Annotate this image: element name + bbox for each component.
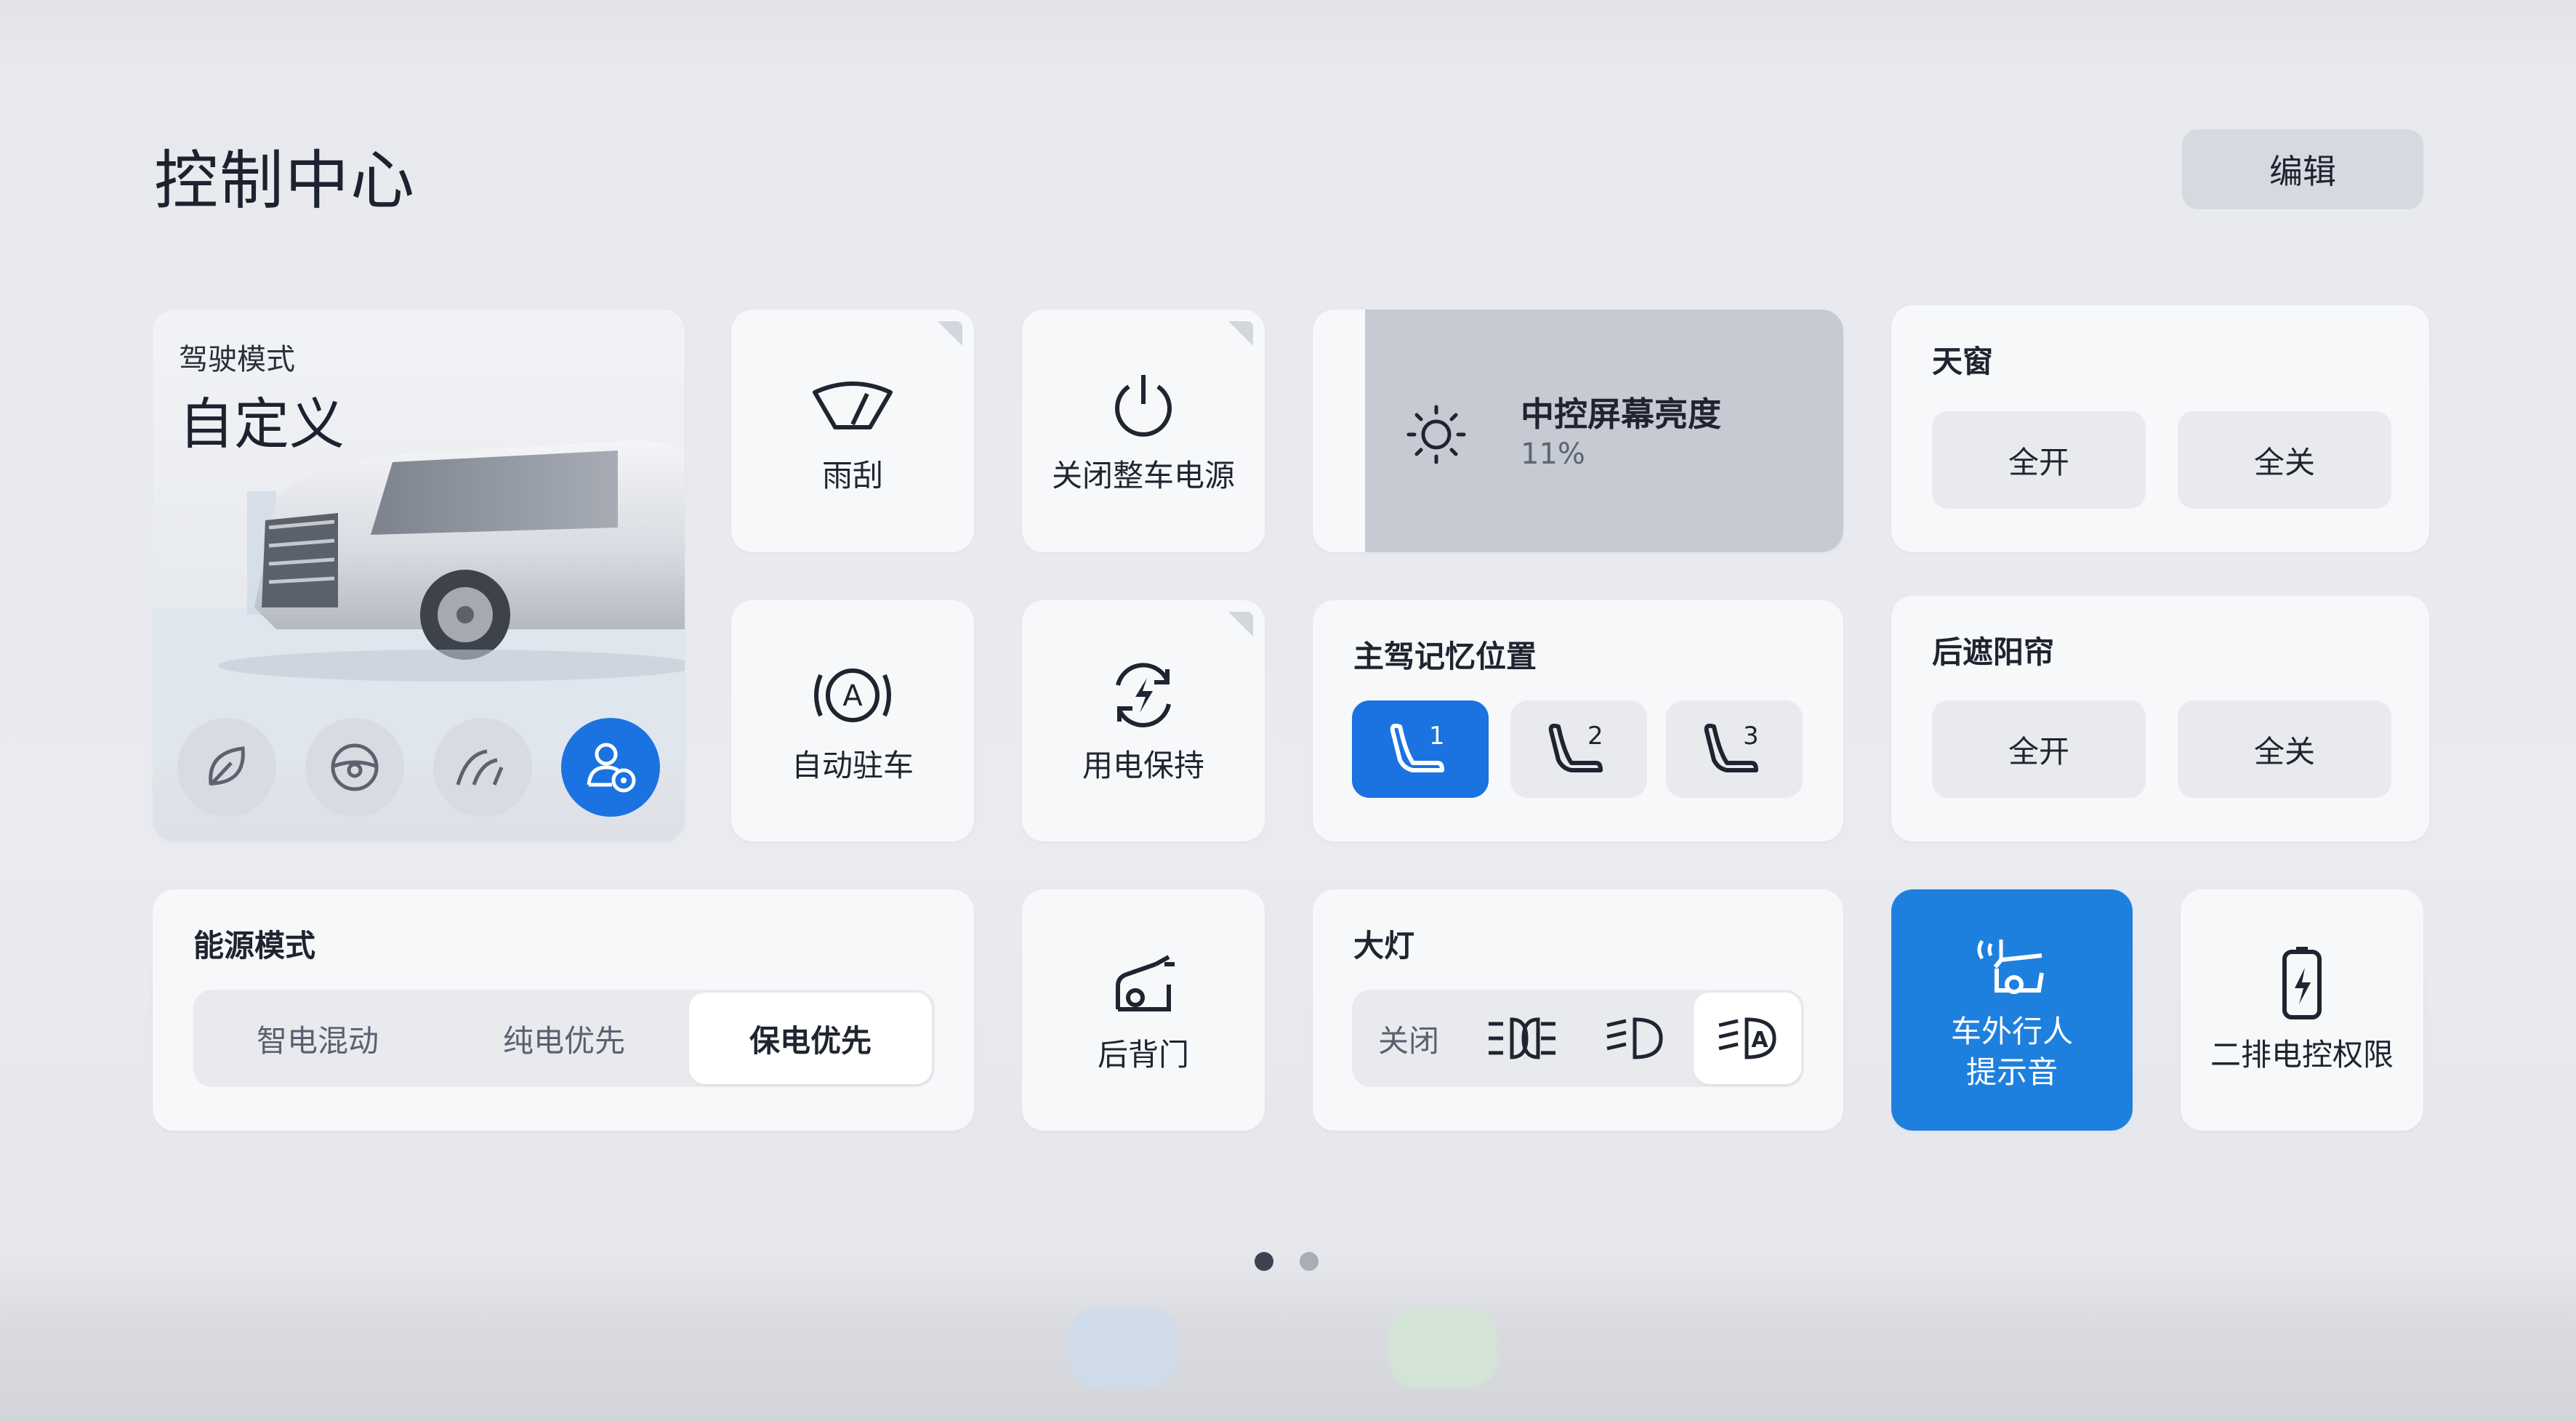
- expand-corner-icon: [1228, 321, 1253, 346]
- rear-control-tile[interactable]: 二排电控权限: [2181, 889, 2423, 1131]
- expand-corner-icon: [1228, 612, 1253, 637]
- headlight-title: 大灯: [1353, 928, 1415, 964]
- tailgate-icon: [1116, 955, 1175, 1011]
- car-image: [153, 440, 685, 767]
- energy-mode-segmented: 智电混动 纯电优先 保电优先: [193, 990, 935, 1087]
- tailgate-label: 后背门: [1097, 1037, 1189, 1072]
- auto-headlight-icon: A: [1718, 1017, 1776, 1059]
- rear-shade-card: 后遮阳帘 全开 全关: [1891, 596, 2429, 841]
- drive-mode-card[interactable]: 驾驶模式 自定义: [153, 310, 685, 841]
- svg-text:A: A: [1751, 1027, 1768, 1053]
- custom-driver-icon: [587, 743, 636, 793]
- seat-icon: 1: [1390, 722, 1445, 772]
- mode-offroad-button[interactable]: [433, 718, 532, 817]
- page-title: 控制中心: [154, 143, 416, 218]
- sunroof-close-button[interactable]: 全关: [2178, 411, 2391, 509]
- seat-memory-title: 主驾记忆位置: [1353, 639, 1537, 674]
- seat-memory-card: 主驾记忆位置 1 2 3: [1313, 600, 1843, 841]
- page-dot-active[interactable]: [1255, 1252, 1273, 1271]
- brightness-title: 中控屏幕亮度: [1521, 395, 1721, 434]
- wiper-icon: [813, 381, 893, 429]
- seat-memory-2-button[interactable]: 2: [1510, 700, 1647, 798]
- seat-memory-1-button[interactable]: 1: [1352, 700, 1489, 798]
- energy-option-save-charge[interactable]: 保电优先: [689, 993, 932, 1084]
- power-keep-label: 用电保持: [1082, 748, 1204, 783]
- sun-icon: [1406, 405, 1466, 464]
- status-bar-blur: [0, 0, 2576, 80]
- wiper-label: 雨刮: [821, 458, 883, 493]
- energy-mode-title: 能源模式: [193, 928, 316, 964]
- power-keep-tile[interactable]: 用电保持: [1022, 600, 1265, 841]
- drive-mode-label: 驾驶模式: [179, 343, 295, 376]
- page-indicator: [1255, 1252, 1319, 1271]
- mode-comfort-button[interactable]: [305, 718, 404, 817]
- wiper-tile[interactable]: 雨刮: [731, 310, 974, 552]
- phone-charge-icon: [2282, 947, 2322, 1019]
- mode-eco-button[interactable]: [177, 718, 276, 817]
- dock-blur: [0, 1264, 2576, 1422]
- page-dot[interactable]: [1300, 1252, 1319, 1271]
- position-light-icon: [1489, 1017, 1555, 1059]
- dock-app-blur: [1068, 1308, 1178, 1388]
- sunroof-card: 天窗 全开 全关: [1891, 305, 2429, 552]
- power-icon: [1115, 375, 1172, 437]
- sunroof-title: 天窗: [1932, 344, 1994, 379]
- headlight-lowbeam-option[interactable]: [1582, 993, 1689, 1084]
- energy-mode-card: 能源模式 智电混动 纯电优先 保电优先: [153, 889, 974, 1131]
- svg-text:1: 1: [1429, 722, 1445, 751]
- low-beam-icon: [1606, 1017, 1663, 1059]
- brightness-value: 11%: [1521, 437, 1585, 471]
- power-keep-icon: [1116, 663, 1171, 727]
- headlight-segmented: 关闭 A: [1352, 990, 1804, 1087]
- terrain-icon: [456, 749, 504, 785]
- headlight-position-option[interactable]: [1468, 993, 1576, 1084]
- rear-shade-open-button[interactable]: 全开: [1932, 700, 2146, 798]
- tailgate-tile[interactable]: 后背门: [1022, 889, 1265, 1131]
- energy-option-hybrid[interactable]: 智电混动: [196, 993, 439, 1084]
- svg-text:3: 3: [1743, 722, 1759, 751]
- seat-memory-3-button[interactable]: 3: [1666, 700, 1803, 798]
- auto-hold-tile[interactable]: A 自动驻车: [731, 600, 974, 841]
- energy-option-ev-first[interactable]: 纯电优先: [443, 993, 685, 1084]
- pedestrian-alert-tile[interactable]: 车外行人 提示音: [1891, 889, 2133, 1131]
- headlight-auto-option[interactable]: A: [1694, 993, 1801, 1084]
- pedestrian-alert-icon: [1977, 940, 2044, 994]
- power-off-tile[interactable]: 关闭整车电源: [1022, 310, 1265, 552]
- dock-app-blur: [1388, 1308, 1497, 1388]
- headlight-off-option[interactable]: 关闭: [1355, 993, 1462, 1084]
- expand-corner-icon: [938, 321, 962, 346]
- leaf-icon: [209, 746, 245, 786]
- svg-text:A: A: [842, 679, 863, 713]
- auto-hold-label: 自动驻车: [791, 748, 914, 783]
- steering-wheel-icon: [331, 743, 379, 791]
- svg-text:2: 2: [1587, 722, 1603, 751]
- rear-shade-close-button[interactable]: 全关: [2178, 700, 2391, 798]
- mode-custom-button[interactable]: [561, 718, 660, 817]
- sunroof-open-button[interactable]: 全开: [1932, 411, 2146, 509]
- headlight-card: 大灯 关闭 A: [1313, 889, 1843, 1131]
- seat-icon: 3: [1704, 722, 1759, 772]
- pedestrian-alert-label: 车外行人 提示音: [1950, 1014, 2073, 1090]
- brightness-slider[interactable]: 中控屏幕亮度 11%: [1313, 310, 1843, 552]
- power-off-label: 关闭整车电源: [1051, 458, 1235, 493]
- rear-shade-title: 后遮阳帘: [1932, 634, 2055, 670]
- auto-hold-icon: A: [814, 668, 891, 722]
- rear-control-label: 二排电控权限: [2210, 1037, 2394, 1072]
- seat-icon: 2: [1548, 722, 1603, 772]
- edit-button[interactable]: 编辑: [2182, 129, 2423, 209]
